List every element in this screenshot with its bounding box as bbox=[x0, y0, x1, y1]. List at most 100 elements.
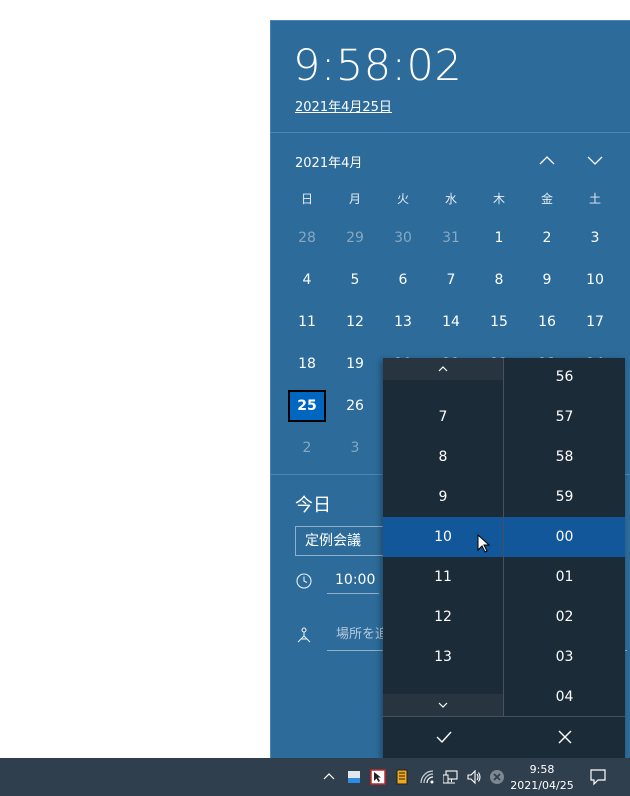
calendar-day[interactable]: 12 bbox=[331, 301, 379, 343]
weekday-header: 水 bbox=[444, 192, 457, 206]
volume-icon[interactable] bbox=[466, 769, 482, 785]
event-time-field[interactable]: 10:00 bbox=[327, 566, 379, 594]
calendar-day[interactable]: 1 bbox=[475, 217, 523, 259]
dismiss-button[interactable] bbox=[504, 717, 625, 758]
calendar-day[interactable]: 3 bbox=[571, 217, 619, 259]
calendar-day-today[interactable]: 25 bbox=[283, 385, 331, 427]
calendar-day[interactable]: 4 bbox=[283, 259, 331, 301]
calendar-day[interactable]: 15 bbox=[475, 301, 523, 343]
calendar-day-number: 10 bbox=[586, 272, 604, 288]
chevron-up-icon bbox=[539, 156, 555, 165]
hour-option[interactable]: 13 bbox=[383, 637, 503, 677]
calendar-day[interactable]: 2 bbox=[283, 427, 331, 469]
calendar-day[interactable]: 31 bbox=[427, 217, 475, 259]
hour-scroll-up-button[interactable] bbox=[383, 358, 503, 380]
calendar-day-number: 29 bbox=[346, 230, 364, 246]
divider bbox=[271, 132, 630, 133]
calendar-day-number: 17 bbox=[586, 314, 604, 330]
hour-scroll-down-button[interactable] bbox=[383, 694, 503, 716]
calendar-day[interactable]: 10 bbox=[571, 259, 619, 301]
minute-column[interactable]: 56 57 58 59 00 01 02 03 04 bbox=[504, 358, 625, 716]
minute-option[interactable]: 57 bbox=[504, 397, 625, 437]
minute-option[interactable]: 01 bbox=[504, 557, 625, 597]
calendar-day-number: 3 bbox=[590, 230, 600, 246]
calendar-day[interactable]: 16 bbox=[523, 301, 571, 343]
calendar-day[interactable]: 17 bbox=[571, 301, 619, 343]
weekday-header: 火 bbox=[396, 192, 409, 206]
calendar-day-number: 16 bbox=[538, 314, 556, 330]
weekday-header: 金 bbox=[540, 192, 553, 206]
chevron-up-icon bbox=[438, 366, 448, 372]
location-icon bbox=[297, 627, 311, 643]
network-icon[interactable] bbox=[443, 769, 459, 785]
hour-option[interactable]: 8 bbox=[383, 437, 503, 477]
wifi-icon[interactable] bbox=[419, 769, 435, 785]
calendar-day[interactable]: 9 bbox=[523, 259, 571, 301]
previous-month-button[interactable] bbox=[535, 149, 559, 171]
calendar-day-number: 1 bbox=[494, 230, 504, 246]
hour-option[interactable]: 9 bbox=[383, 477, 503, 517]
minute-option[interactable]: 56 bbox=[504, 358, 625, 397]
calendar-day-number: 4 bbox=[302, 272, 312, 288]
calendar-day[interactable]: 13 bbox=[379, 301, 427, 343]
hour-option[interactable]: 11 bbox=[383, 557, 503, 597]
calendar-day-number: 5 bbox=[350, 272, 360, 288]
show-hidden-icons-chevron-icon[interactable] bbox=[321, 769, 337, 785]
calendar-day[interactable]: 8 bbox=[475, 259, 523, 301]
month-title[interactable]: 2021年4月 bbox=[295, 152, 362, 171]
calendar-day[interactable]: 11 bbox=[283, 301, 331, 343]
calendar-day-number: 26 bbox=[346, 398, 364, 414]
calendar-day[interactable]: 19 bbox=[331, 343, 379, 385]
calendar-day[interactable]: 28 bbox=[283, 217, 331, 259]
taskbar: 9:58 2021/04/25 bbox=[0, 758, 630, 796]
accept-button[interactable] bbox=[383, 717, 504, 758]
calendar-day-number: 25 bbox=[288, 390, 326, 422]
minute-option[interactable]: 04 bbox=[504, 677, 625, 716]
minute-option[interactable]: 58 bbox=[504, 437, 625, 477]
hour-option[interactable]: 12 bbox=[383, 597, 503, 637]
app-tray-icon[interactable] bbox=[346, 769, 362, 785]
calendar-day[interactable]: 2 bbox=[523, 217, 571, 259]
calendar-day-number: 6 bbox=[398, 272, 408, 288]
calendar-day-number: 8 bbox=[494, 272, 504, 288]
mic-off-icon[interactable] bbox=[489, 769, 505, 785]
calendar-day[interactable]: 3 bbox=[331, 427, 379, 469]
taskbar-clock-time[interactable]: 9:58 bbox=[512, 762, 572, 777]
calendar-day[interactable]: 6 bbox=[379, 259, 427, 301]
next-month-button[interactable] bbox=[583, 149, 607, 171]
hour-option[interactable]: 7 bbox=[383, 397, 503, 437]
calendar-day-number: 14 bbox=[442, 314, 460, 330]
calendar-day-number: 3 bbox=[350, 440, 360, 456]
calendar-day-number: 7 bbox=[446, 272, 456, 288]
clock-icon bbox=[296, 573, 312, 589]
taskbar-clock-date[interactable]: 2021/04/25 bbox=[508, 778, 576, 793]
calendar-day[interactable]: 30 bbox=[379, 217, 427, 259]
chevron-down-icon bbox=[438, 702, 448, 708]
minute-option[interactable]: 59 bbox=[504, 477, 625, 517]
minute-option-selected[interactable]: 00 bbox=[504, 517, 625, 557]
agenda-today-label: 今日 bbox=[295, 495, 331, 516]
calendar-day-number: 12 bbox=[346, 314, 364, 330]
calendar-day[interactable]: 5 bbox=[331, 259, 379, 301]
weekday-header: 土 bbox=[588, 192, 601, 206]
calendar-day[interactable]: 14 bbox=[427, 301, 475, 343]
calendar-day[interactable]: 26 bbox=[331, 385, 379, 427]
calendar-day[interactable]: 18 bbox=[283, 343, 331, 385]
calendar-day-number: 31 bbox=[442, 230, 460, 246]
minute-option[interactable]: 03 bbox=[504, 637, 625, 677]
weekday-header: 月 bbox=[348, 192, 361, 206]
weekday-header: 日 bbox=[300, 192, 313, 206]
full-date-link[interactable]: 2021年4月25日 bbox=[295, 96, 392, 115]
app-tray-icon[interactable] bbox=[370, 769, 386, 785]
calendar-day-number: 2 bbox=[542, 230, 552, 246]
calendar-day[interactable]: 29 bbox=[331, 217, 379, 259]
calendar-day-number: 28 bbox=[298, 230, 316, 246]
app-tray-icon[interactable] bbox=[394, 769, 410, 785]
calendar-day[interactable]: 7 bbox=[427, 259, 475, 301]
calendar-day-number: 2 bbox=[302, 440, 312, 456]
weekday-header: 木 bbox=[492, 192, 505, 206]
chevron-down-icon bbox=[587, 156, 603, 165]
clock-time: 9:58:02 bbox=[293, 41, 463, 91]
minute-option[interactable]: 02 bbox=[504, 597, 625, 637]
notification-icon[interactable] bbox=[589, 768, 607, 786]
